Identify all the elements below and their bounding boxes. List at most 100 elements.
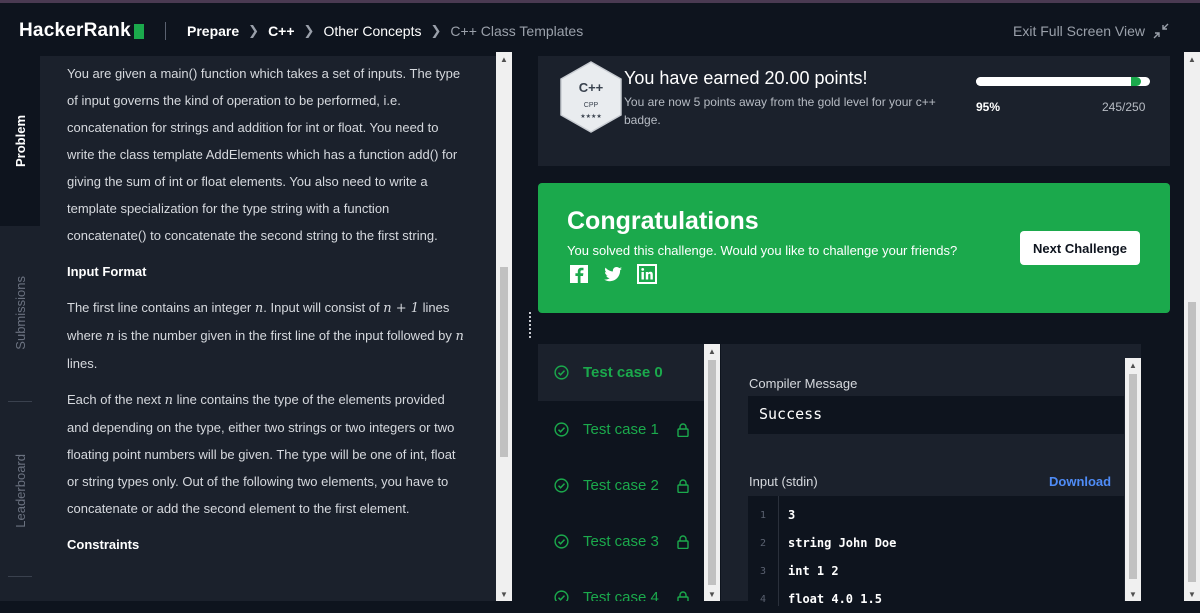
congrats-title: Congratulations <box>567 207 759 235</box>
scroll-down-icon[interactable]: ▼ <box>1125 587 1141 601</box>
social-share <box>569 264 657 284</box>
line-number: 4 <box>759 593 767 605</box>
line-number: 1 <box>759 509 767 521</box>
test-case-3[interactable]: Test case 3 <box>538 513 704 570</box>
code-line: 2 string John Doe <box>748 529 1124 557</box>
svg-text:C++: C++ <box>579 80 604 95</box>
breadcrumb: Prepare ❯ C++ ❯ Other Concepts ❯ C++ Cla… <box>187 23 583 39</box>
code-text: string John Doe <box>788 536 897 550</box>
check-circle-icon <box>554 590 569 601</box>
linkedin-icon[interactable] <box>637 264 657 284</box>
problem-panel: You are given a main() function which ta… <box>40 56 496 601</box>
tab-problem-label: Problem <box>12 114 28 167</box>
test-case-1[interactable]: Test case 1 <box>538 401 704 458</box>
lock-icon <box>677 478 689 493</box>
breadcrumb-prepare[interactable]: Prepare <box>187 23 239 39</box>
top-bar: HackerRank Prepare ❯ C++ ❯ Other Concept… <box>0 0 1200 56</box>
tab-submissions-label: Submissions <box>12 276 28 350</box>
tab-submissions[interactable]: Submissions <box>0 228 40 398</box>
scroll-down-icon[interactable]: ▼ <box>496 587 512 601</box>
lock-icon <box>677 590 689 601</box>
code-line: 1 3 <box>748 501 1124 529</box>
page-scrollbar[interactable]: ▲ ▼ <box>1184 52 1200 601</box>
progress-percent: 95% <box>976 100 1001 114</box>
compiler-message-label: Compiler Message <box>749 376 858 391</box>
logo-mark-icon <box>133 23 144 39</box>
test-case-label: Test case 4 <box>583 589 659 601</box>
tab-divider <box>8 401 32 402</box>
code-line: 3 int 1 2 <box>748 557 1124 585</box>
scroll-up-icon[interactable]: ▲ <box>496 52 512 66</box>
input-format-text: The first line contains an integer n. In… <box>67 300 464 371</box>
problem-statement: You are given a main() function which ta… <box>67 60 467 567</box>
points-earned-title: You have earned 20.00 points! <box>624 68 868 88</box>
scroll-up-icon[interactable]: ▲ <box>1125 358 1141 372</box>
congratulations-banner: Congratulations You solved this challeng… <box>538 183 1170 313</box>
scrollbar-thumb[interactable] <box>500 267 508 457</box>
problem-scrollbar[interactable]: ▲ ▼ <box>496 52 512 601</box>
code-text: 3 <box>788 508 796 522</box>
tab-leaderboard[interactable]: Leaderboard <box>0 406 40 576</box>
scroll-down-icon[interactable]: ▼ <box>1184 587 1200 601</box>
input-label: Input (stdin) <box>749 474 818 489</box>
exit-fullscreen-link[interactable]: Exit Full Screen View <box>1013 23 1145 39</box>
test-case-label: Test case 1 <box>583 421 659 438</box>
badge-progress-fill <box>976 77 1142 86</box>
scrollbar-thumb[interactable] <box>1188 302 1196 582</box>
scroll-up-icon[interactable]: ▲ <box>1184 52 1200 66</box>
constraints-heading: Constraints <box>67 537 140 552</box>
test-case-label: Test case 3 <box>583 533 659 550</box>
download-link[interactable]: Download <box>1049 474 1111 489</box>
chevron-right-icon: ❯ <box>430 23 442 38</box>
test-case-4[interactable]: Test case 4 <box>538 569 704 601</box>
facebook-icon[interactable] <box>569 264 589 284</box>
lock-icon <box>677 534 689 549</box>
scrollbar-thumb[interactable] <box>708 360 716 585</box>
cpp-badge-icon: C++ CPP ★★★★ <box>560 61 622 133</box>
progress-count: 245/250 <box>1102 100 1146 114</box>
code-text: float 4.0 1.5 <box>788 592 882 606</box>
lock-icon <box>677 422 689 437</box>
svg-text:★★★★: ★★★★ <box>580 113 602 120</box>
breadcrumb-cpp[interactable]: C++ <box>268 23 294 39</box>
hackerrank-logo[interactable]: HackerRank <box>19 20 144 42</box>
tab-problem[interactable]: Problem <box>0 56 40 226</box>
compiler-message-value: Success <box>748 396 1124 434</box>
next-challenge-button[interactable]: Next Challenge <box>1020 231 1140 265</box>
code-text: int 1 2 <box>788 564 839 578</box>
tab-leaderboard-label: Leaderboard <box>12 454 28 528</box>
header-divider <box>165 22 166 40</box>
chevron-right-icon: ❯ <box>248 23 260 38</box>
chevron-right-icon: ❯ <box>303 23 315 38</box>
each-line-text: Each of the next n line contains the typ… <box>67 392 456 516</box>
problem-intro: You are given a main() function which ta… <box>67 66 461 243</box>
logo-text: HackerRank <box>19 20 131 41</box>
line-number: 2 <box>759 537 767 549</box>
collapse-arrows-icon[interactable] <box>1153 23 1169 39</box>
line-number: 3 <box>759 565 767 577</box>
stdin-code-box: 1 3 2 string John Doe 3 int 1 2 4 float … <box>748 496 1124 606</box>
scroll-down-icon[interactable]: ▼ <box>704 587 720 601</box>
code-line: 4 float 4.0 1.5 <box>748 585 1124 613</box>
test-case-scrollbar[interactable]: ▲ ▼ <box>704 344 720 601</box>
output-scrollbar[interactable]: ▲ ▼ <box>1125 358 1141 601</box>
twitter-icon[interactable] <box>603 264 623 284</box>
test-case-label: Test case 2 <box>583 477 659 494</box>
points-earned-subtitle: You are now 5 points away from the gold … <box>624 95 936 127</box>
test-case-0[interactable]: Test case 0 <box>538 344 704 401</box>
test-output-panel: Compiler Message Success Input (stdin) D… <box>721 344 1141 606</box>
check-circle-icon <box>554 365 569 380</box>
scrollbar-thumb[interactable] <box>1129 374 1137 579</box>
check-circle-icon <box>554 534 569 549</box>
breadcrumb-current: C++ Class Templates <box>450 23 584 39</box>
test-case-2[interactable]: Test case 2 <box>538 457 704 514</box>
svg-text:CPP: CPP <box>584 102 599 109</box>
badge-progress-bar <box>976 77 1150 86</box>
scroll-up-icon[interactable]: ▲ <box>704 344 720 358</box>
breadcrumb-other-concepts[interactable]: Other Concepts <box>323 23 421 39</box>
side-tabs: Problem Submissions Leaderboard <box>0 56 40 601</box>
test-case-label: Test case 0 <box>583 364 663 381</box>
drag-handle-icon[interactable] <box>526 310 534 340</box>
input-format-heading: Input Format <box>67 264 147 279</box>
check-circle-icon <box>554 422 569 437</box>
